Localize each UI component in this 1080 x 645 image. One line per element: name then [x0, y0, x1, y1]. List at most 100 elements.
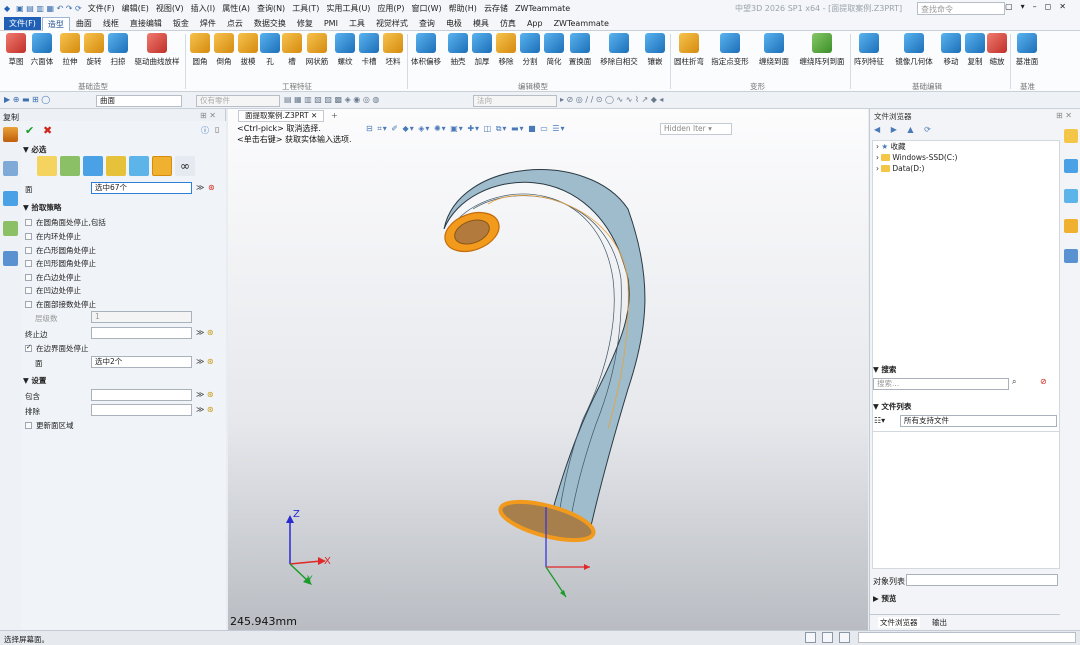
slot-button[interactable]: 槽 — [280, 33, 304, 67]
wrap-pattern-button[interactable]: 缠绕阵列到面 — [798, 33, 846, 67]
datum-plane-button[interactable]: 基准面 — [1014, 33, 1040, 67]
ok-button[interactable]: ✔ — [25, 124, 34, 137]
status-grid-icon[interactable] — [839, 632, 850, 643]
status-toggle-icon[interactable] — [805, 632, 816, 643]
tree-item-drive-d[interactable]: › Data(D:) — [873, 163, 1059, 174]
section-settings[interactable]: ▼ 设置 — [23, 375, 46, 386]
sketch-button[interactable]: 草图 — [4, 33, 28, 67]
section-required[interactable]: ▼ 必选 — [23, 144, 46, 155]
glasses-icon[interactable]: ∞ — [175, 156, 195, 176]
move-button[interactable]: 移动 — [939, 33, 963, 67]
graphics-viewport[interactable]: 面提取案例.Z3PRT ✕ + <Ctrl-pick> 取消选择. <单击右键>… — [228, 109, 868, 630]
menu-utilities[interactable]: 实用工具(U) — [326, 4, 370, 13]
assembly-icon[interactable] — [3, 161, 18, 176]
body-select-icon[interactable] — [83, 156, 103, 176]
region-select-icon[interactable] — [152, 156, 172, 176]
tab-query[interactable]: 查询 — [414, 17, 440, 30]
layer-icon[interactable] — [3, 221, 18, 236]
end-edge-menu-icon[interactable]: ≫ ⊛ — [196, 328, 214, 337]
menu-query[interactable]: 查询(N) — [257, 4, 285, 13]
thicken-button[interactable]: 加厚 — [470, 33, 494, 67]
checkbox-checked[interactable] — [25, 343, 32, 352]
hexahedron-button[interactable]: 六面体 — [30, 33, 54, 67]
section-file-list[interactable]: ▼ 文件列表 — [873, 401, 911, 412]
layers-field[interactable]: 1 — [91, 311, 192, 323]
exclude-field[interactable] — [91, 404, 192, 416]
menu-window[interactable]: 窗口(W) — [412, 4, 442, 13]
draft-button[interactable]: 拔模 — [236, 33, 260, 67]
web-rib-button[interactable]: 网状筋 — [303, 33, 331, 67]
stock-button[interactable]: 坯料 — [381, 33, 405, 67]
tree-item-favorites[interactable]: › ★ 收藏 — [873, 141, 1059, 152]
menu-file[interactable]: 文件(F) — [88, 4, 115, 13]
sketch-tools-icon[interactable]: ▸ ⊘ ◎ ∕ ∕ ⊙ ◯ ∿ ∿ ⌇ ↗ ◆ ◂ — [560, 95, 663, 104]
face-select-icon[interactable] — [60, 156, 80, 176]
template-icon[interactable] — [1064, 219, 1078, 233]
menu-tools[interactable]: 工具(T) — [292, 4, 319, 13]
checkbox[interactable] — [25, 219, 32, 226]
checkbox[interactable] — [25, 287, 32, 294]
select-tools-icon[interactable]: ▶ ⊕ ▬ ⊞ ◯ — [4, 95, 50, 104]
part-icon[interactable] — [3, 191, 18, 206]
view-mode-icon[interactable]: ☷▾ — [874, 416, 885, 425]
face2-menu-icon[interactable]: ≫ ⊛ — [196, 357, 214, 366]
fillet-button[interactable]: 圆角 — [188, 33, 212, 67]
option-convex-fillet-stop[interactable]: 在凸形圆角处停止 — [25, 245, 96, 256]
part-scope-dropdown[interactable]: 仅有零件 — [196, 95, 280, 107]
tab-output[interactable]: 输出 — [932, 617, 947, 628]
section-preview[interactable]: ▶ 预览 — [873, 593, 896, 604]
cylinder-bend-button[interactable]: 圆柱折弯 — [672, 33, 706, 67]
menu-cloud[interactable]: 云存储 — [484, 4, 508, 13]
tab-weldment[interactable]: 焊件 — [195, 17, 221, 30]
tab-pointcloud[interactable]: 点云 — [222, 17, 248, 30]
cancel-button[interactable]: ✖ — [43, 124, 52, 137]
end-edge-field[interactable] — [91, 327, 192, 339]
menu-insert[interactable]: 插入(I) — [191, 4, 216, 13]
light-select-icon[interactable] — [37, 156, 57, 176]
file-search-input[interactable]: 搜索... — [873, 378, 1009, 390]
groove-button[interactable]: 卡槽 — [357, 33, 381, 67]
command-line-input[interactable] — [858, 632, 1076, 643]
checkbox[interactable] — [25, 260, 32, 267]
replace-face-button[interactable]: 置换面 — [566, 33, 594, 67]
revolve-button[interactable]: 旋转 — [82, 33, 106, 67]
clear-search-icon[interactable]: ⊘ — [1040, 377, 1047, 386]
checkbox[interactable] — [25, 247, 32, 254]
option-concave-edge-stop[interactable]: 在凹边处停止 — [25, 285, 81, 296]
object-list-dropdown[interactable] — [906, 574, 1058, 586]
tab-visual-style[interactable]: 视觉样式 — [371, 17, 413, 30]
remove-self-intersect-button[interactable]: 移除自相交 — [598, 33, 640, 67]
network-icon[interactable] — [1064, 249, 1078, 263]
menu-attributes[interactable]: 属性(A) — [222, 4, 250, 13]
tab-app[interactable]: App — [522, 18, 548, 29]
volume-offset-button[interactable]: 体积偏移 — [410, 33, 442, 67]
folder-icon[interactable] — [1064, 129, 1078, 143]
snap-tools-icon[interactable]: ▤ ▦ ▥ ▧ ▨ ▩ ◈ ◉ ◎ ◍ — [284, 95, 379, 104]
checkbox[interactable] — [25, 233, 32, 240]
split-button[interactable]: 分割 — [518, 33, 542, 67]
pattern-feature-button[interactable]: 阵列特征 — [853, 33, 885, 67]
menu-help[interactable]: 帮助(H) — [449, 4, 477, 13]
panel-pin-icon[interactable]: ⊞ ✕ — [1056, 111, 1072, 120]
drive-curve-loft-button[interactable]: 驱动曲线放样 — [132, 33, 182, 67]
face-selection-field[interactable]: 选中67个 — [91, 182, 192, 194]
filter-dropdown[interactable]: 曲面 — [96, 95, 182, 107]
checkbox[interactable] — [25, 422, 32, 429]
thread-button[interactable]: 螺纹 — [333, 33, 357, 67]
scale-button[interactable]: 缩放 — [985, 33, 1009, 67]
menu-apps[interactable]: 应用(P) — [377, 4, 404, 13]
section-search[interactable]: ▼ 搜索 — [873, 364, 896, 375]
checkbox[interactable] — [25, 274, 32, 281]
wrap-to-face-button[interactable]: 缠绕到面 — [754, 33, 794, 67]
menu-edit[interactable]: 编辑(E) — [122, 4, 149, 13]
option-convex-edge-stop[interactable]: 在凸边处停止 — [25, 272, 81, 283]
tab-file-browser[interactable]: 文件浏览器 — [878, 617, 920, 628]
tab-repair[interactable]: 修复 — [292, 17, 318, 30]
option-face-count-stop[interactable]: 在面部接数处停止 — [25, 299, 96, 310]
window-controls[interactable]: ▢▾–◻✕ — [1005, 2, 1074, 11]
mirror-geometry-button[interactable]: 镜像几何体 — [891, 33, 937, 67]
tab-data-exchange[interactable]: 数据交换 — [249, 17, 291, 30]
option-concave-fillet-stop[interactable]: 在凹形圆角处停止 — [25, 258, 96, 269]
face-field-menu-icon[interactable]: ≫ — [196, 183, 204, 192]
face-field-pick-icon[interactable]: ⊛ — [208, 183, 215, 192]
